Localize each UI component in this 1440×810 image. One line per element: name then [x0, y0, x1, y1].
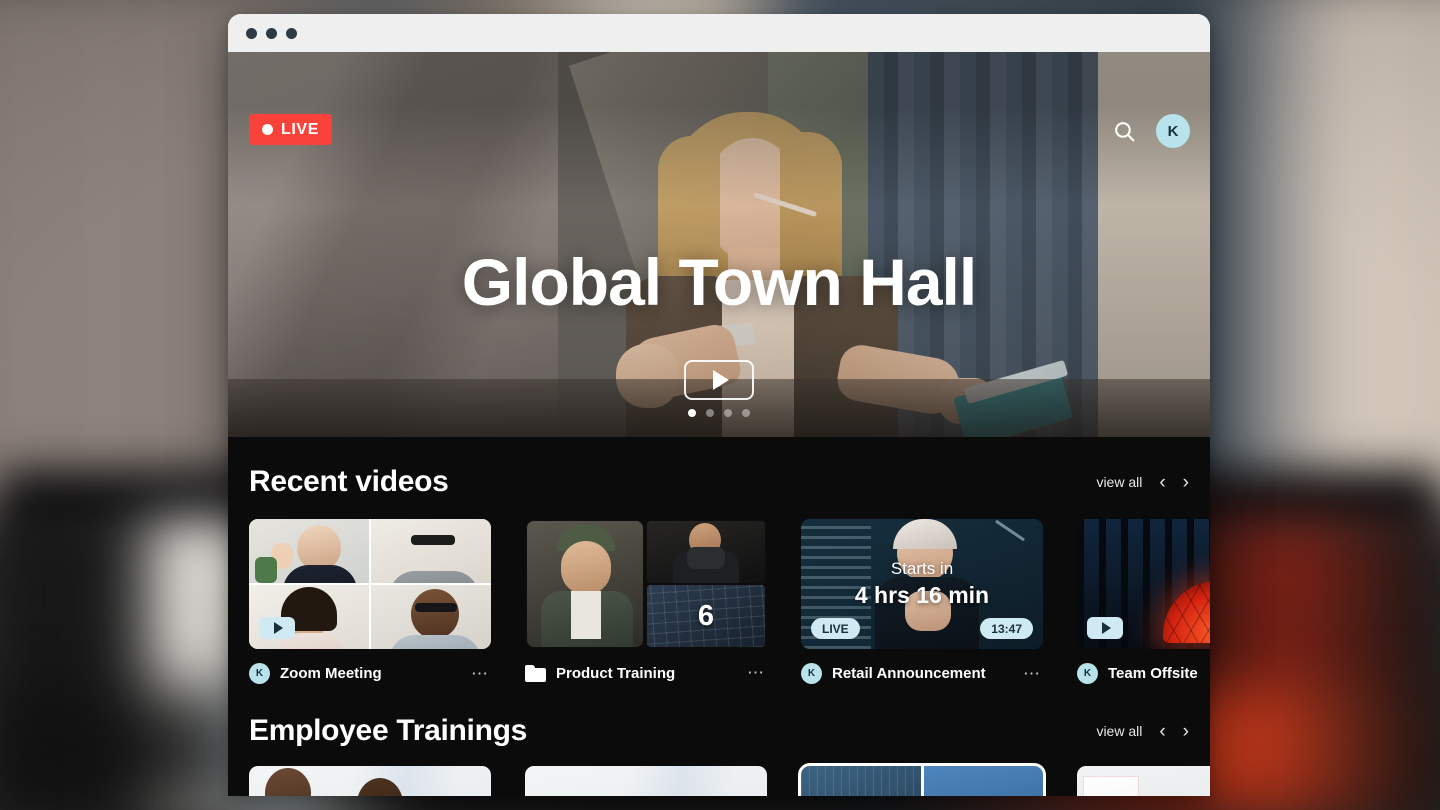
countdown: Starts in 4 hrs 16 min [801, 559, 1043, 609]
video-card[interactable]: Starts in 4 hrs 16 min LIVE 13:47 K Reta… [801, 519, 1043, 684]
record-dot-icon [262, 124, 273, 135]
search-icon[interactable] [1108, 115, 1140, 147]
view-all-link[interactable]: view all [1096, 474, 1142, 490]
countdown-prefix: Starts in [890, 559, 954, 578]
countdown-value: 4 hrs 16 min [854, 582, 990, 608]
hero-banner[interactable]: LIVE K Global Town Hall [228, 52, 1210, 437]
card-meta: Product Training ⋯ [525, 663, 767, 683]
avatar: K [249, 663, 270, 684]
ellipsis-icon[interactable]: ⋯ [1023, 664, 1041, 684]
folder-icon [525, 664, 546, 682]
page-title: Global Town Hall [461, 245, 977, 319]
avatar-initial: K [1083, 668, 1092, 679]
training-card[interactable] [798, 763, 1046, 796]
section-header-recent-videos: Recent videos view all ‹ › [249, 437, 1189, 519]
play-icon[interactable] [259, 617, 295, 639]
play-icon[interactable] [684, 360, 754, 400]
training-card[interactable] [525, 766, 767, 796]
video-card[interactable]: K Team Offsite [1077, 519, 1210, 684]
folder-item-count: 6 [697, 599, 715, 632]
chevron-left-icon[interactable]: ‹ [1159, 473, 1165, 492]
video-thumbnail[interactable] [1077, 519, 1210, 649]
browser-window: LIVE K Global Town Hall Recent videos vi… [228, 14, 1210, 796]
card-title: Team Offsite [1108, 665, 1198, 682]
video-thumbnail[interactable] [249, 519, 491, 649]
maximize-button[interactable] [286, 27, 297, 39]
avatar[interactable]: K [1156, 114, 1190, 148]
carousel-dot-1[interactable] [688, 409, 696, 417]
avatar: K [801, 663, 822, 684]
folder-thumbnail[interactable]: 6 [525, 519, 767, 649]
duration-badge: 13:47 [980, 618, 1033, 639]
hero-actions: K [1108, 114, 1190, 148]
carousel-dot-2[interactable] [706, 409, 714, 417]
view-all-link[interactable]: view all [1096, 723, 1142, 739]
employee-trainings-row [249, 763, 1210, 796]
video-card[interactable]: 6 Product Training ⋯ [525, 519, 767, 684]
carousel-dot-3[interactable] [724, 409, 732, 417]
app-viewport: LIVE K Global Town Hall Recent videos vi… [228, 52, 1210, 796]
solar-split-image [801, 766, 1043, 796]
avatar-initial: K [807, 668, 816, 679]
status-badge: LIVE [811, 618, 860, 639]
ellipsis-icon[interactable]: ⋯ [747, 663, 765, 683]
training-thumbnail[interactable] [249, 766, 491, 796]
training-thumbnail-selected[interactable] [798, 763, 1046, 796]
section-title: Recent videos [249, 465, 449, 498]
collage-image: 6 [525, 519, 767, 649]
card-title: Retail Announcement [832, 665, 986, 682]
close-button[interactable] [246, 27, 257, 39]
chevron-right-icon[interactable]: › [1183, 722, 1189, 741]
card-meta: K Retail Announcement ⋯ [801, 663, 1043, 684]
recent-videos-row: K Zoom Meeting ⋯ 6 Product Training ⋯ St… [249, 519, 1210, 684]
content-area: Recent videos view all ‹ › K Zoom Meetin… [228, 437, 1210, 796]
card-title: Product Training [556, 664, 676, 682]
upcoming-thumbnail[interactable]: Starts in 4 hrs 16 min LIVE 13:47 [801, 519, 1043, 649]
window-titlebar [228, 14, 1210, 52]
training-card[interactable] [1077, 766, 1210, 796]
section-nav: view all ‹ › [1096, 473, 1189, 492]
section-nav: view all ‹ › [1096, 722, 1189, 741]
ellipsis-icon[interactable]: ⋯ [471, 664, 489, 684]
section-title: Employee Trainings [249, 714, 528, 747]
avatar-initial: K [255, 668, 264, 679]
card-meta: K Team Offsite [1077, 663, 1210, 684]
avatar-initial: K [1167, 122, 1179, 140]
training-thumbnail[interactable] [525, 766, 767, 796]
training-card[interactable] [249, 766, 491, 796]
desktop-backdrop: LIVE K Global Town Hall Recent videos vi… [0, 0, 1440, 810]
video-card[interactable]: K Zoom Meeting ⋯ [249, 519, 491, 684]
section-header-employee-trainings: Employee Trainings view all ‹ › [249, 684, 1189, 766]
carousel-dot-4[interactable] [742, 409, 750, 417]
training-thumbnail[interactable] [1077, 766, 1210, 796]
live-badge: LIVE [249, 114, 332, 145]
card-meta: K Zoom Meeting ⋯ [249, 663, 491, 684]
chevron-right-icon[interactable]: › [1183, 473, 1189, 492]
chevron-left-icon[interactable]: ‹ [1159, 722, 1165, 741]
play-icon[interactable] [1087, 617, 1123, 639]
minimize-button[interactable] [266, 27, 277, 39]
carousel-dots [688, 409, 750, 417]
card-title: Zoom Meeting [280, 665, 382, 682]
live-badge-label: LIVE [281, 120, 319, 138]
avatar: K [1077, 663, 1098, 684]
